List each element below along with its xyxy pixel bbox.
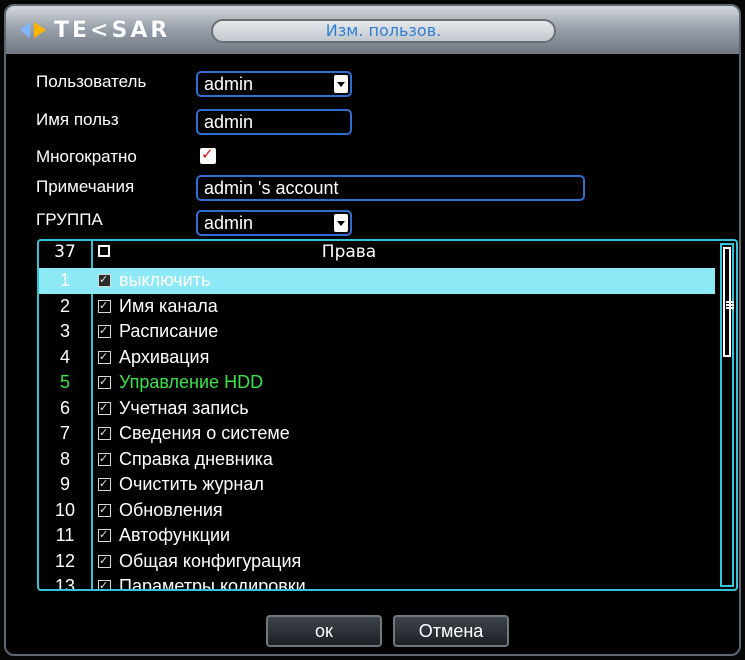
permission-checkbox[interactable] [98, 396, 111, 421]
permission-checkbox[interactable] [98, 421, 111, 447]
edit-user-dialog: TE<SAR Изм. пользов. Пользователь admin … [4, 4, 741, 656]
permission-name: Имя канала [119, 295, 218, 316]
permission-name: Сведения о системе [119, 423, 290, 443]
ok-button[interactable]: ок [266, 615, 382, 647]
permission-row[interactable]: 3 Расписание [39, 319, 715, 345]
permission-name: Параметры кодировки [119, 576, 306, 590]
group-select[interactable]: admin [196, 210, 352, 236]
permission-name: Учетная запись [119, 397, 249, 418]
permission-checkbox[interactable] [98, 498, 111, 523]
title-bar: TE<SAR Изм. пользов. [6, 6, 739, 54]
permission-name: Расписание [119, 321, 219, 341]
permission-name: Архивация [119, 346, 210, 367]
chevron-down-icon[interactable] [334, 214, 348, 232]
permission-row[interactable]: 5 Управление HDD [39, 370, 715, 396]
permission-rows: 1 выключить 2 Имя канала 3 Расписание 4 Архивац… [39, 268, 715, 590]
permission-row[interactable]: 6 Учетная запись [39, 396, 715, 422]
scroll-thumb[interactable] [723, 247, 734, 357]
permission-name: Управление HDD [119, 372, 264, 392]
permission-number: 11 [55, 525, 75, 545]
permission-number: 1 [59, 270, 70, 290]
multiple-label: Многократно [36, 147, 137, 166]
permission-checkbox[interactable] [98, 345, 111, 370]
permission-number: 7 [59, 423, 70, 443]
permission-row[interactable]: 11 Автофункции [39, 523, 715, 549]
brand-logo: TE<SAR [20, 16, 170, 44]
permission-row[interactable]: 1 выключить [39, 268, 715, 294]
permission-checkbox[interactable] [98, 574, 111, 589]
permission-row[interactable]: 4 Архивация [39, 345, 715, 371]
logo-text: TE<SAR [54, 17, 171, 43]
permissions-header: 37 Права [39, 241, 715, 263]
permission-name: выключить [119, 270, 211, 290]
permission-number: 8 [59, 448, 70, 469]
user-select[interactable]: admin [196, 71, 352, 97]
permission-row[interactable]: 10 Обновления [39, 498, 715, 524]
list-scrollbar[interactable] [720, 243, 734, 587]
username-label: Имя польз [36, 110, 119, 129]
permission-name: Обновления [119, 499, 223, 520]
permission-checkbox[interactable] [98, 294, 111, 319]
select-all-checkbox[interactable] [98, 245, 110, 257]
dialog-title: Изм. пользов. [325, 21, 442, 40]
permission-name: Автофункции [119, 525, 231, 545]
permission-number: 4 [59, 346, 70, 367]
permissions-header-title: Права [321, 242, 377, 262]
permission-name: Очистить журнал [119, 474, 264, 494]
username-field[interactable]: admin [196, 109, 352, 135]
permission-number: 6 [59, 397, 70, 418]
scroll-grip-icon [726, 301, 734, 309]
cancel-button[interactable]: Отмена [393, 615, 509, 647]
permission-row[interactable]: 2 Имя канала [39, 294, 715, 320]
permission-number: 5 [59, 372, 70, 392]
permission-row[interactable]: 7 Сведения о системе [39, 421, 715, 447]
permission-checkbox[interactable] [98, 523, 111, 549]
permission-checkbox[interactable] [98, 268, 111, 294]
notes-field[interactable]: admin 's account [196, 175, 585, 201]
permission-row[interactable]: 13 Параметры кодировки [39, 574, 715, 590]
permission-name: Общая конфигурация [119, 550, 302, 571]
group-label: ГРУППА [36, 210, 103, 229]
permissions-count: 37 [54, 242, 76, 262]
permissions-list[interactable]: 37 Права 1 выключить 2 Имя канала 3 Расписани… [37, 239, 738, 591]
permission-number: 2 [59, 295, 70, 316]
permission-checkbox[interactable] [98, 319, 111, 345]
permission-row[interactable]: 8 Справка дневника [39, 447, 715, 473]
permission-checkbox[interactable] [98, 447, 111, 472]
permission-checkbox[interactable] [98, 370, 111, 396]
logo-arrows-icon [20, 22, 46, 38]
permission-number: 12 [54, 550, 76, 571]
permission-number: 3 [59, 321, 70, 341]
permission-row[interactable]: 9 Очистить журнал [39, 472, 715, 498]
permission-number: 10 [54, 499, 76, 520]
user-label: Пользователь [36, 72, 147, 91]
user-select-value: admin [204, 74, 254, 94]
permission-row[interactable]: 12 Общая конфигурация [39, 549, 715, 575]
permission-number: 13 [54, 576, 76, 590]
title-pill: Изм. пользов. [211, 19, 556, 43]
multiple-checkbox[interactable] [200, 145, 216, 164]
chevron-down-icon[interactable] [334, 75, 348, 93]
username-value: admin [204, 112, 254, 132]
permission-name: Справка дневника [119, 448, 273, 469]
group-select-value: admin [204, 213, 254, 233]
notes-value: admin 's account [204, 178, 339, 198]
permission-number: 9 [59, 474, 70, 494]
notes-label: Примечания [36, 177, 135, 196]
permission-checkbox[interactable] [98, 472, 111, 498]
permission-checkbox[interactable] [98, 549, 111, 574]
